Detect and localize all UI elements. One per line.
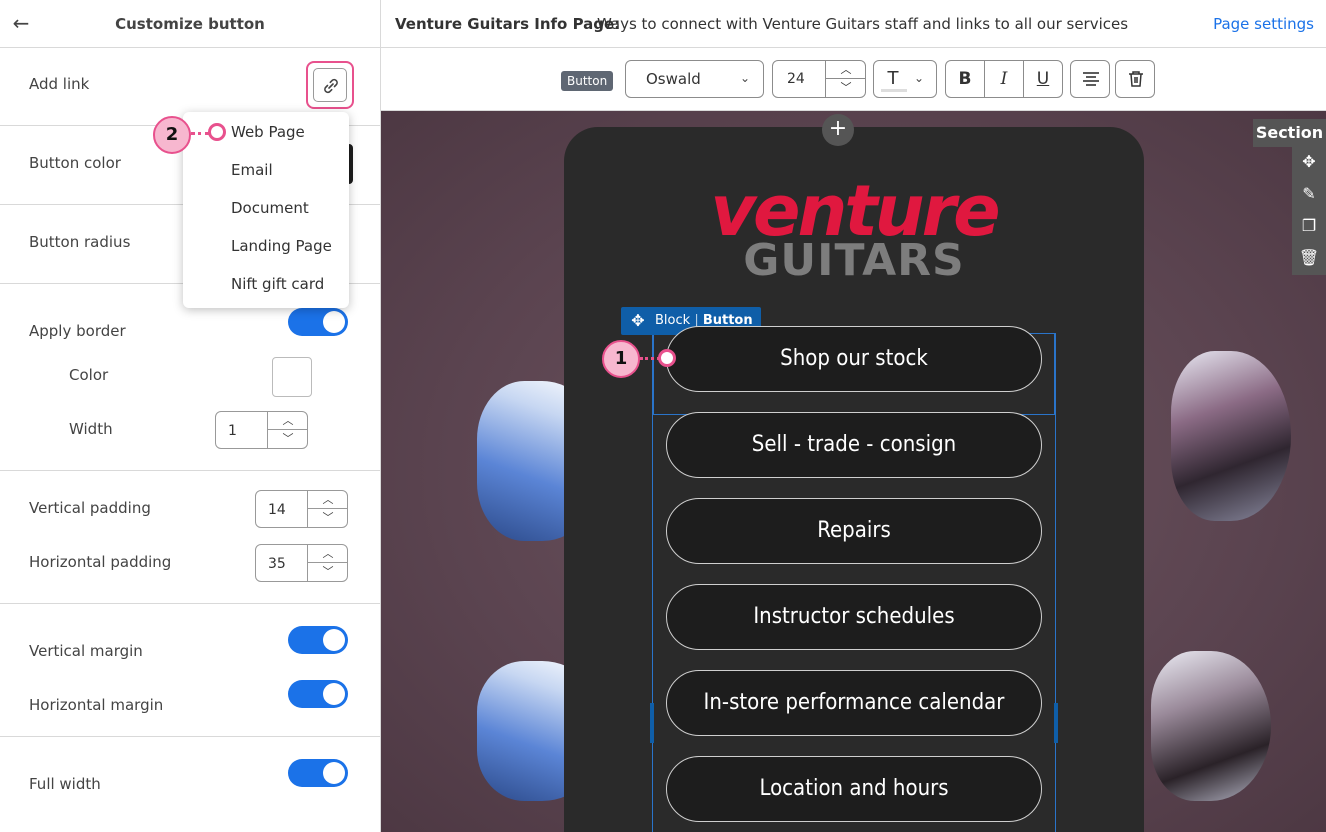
border-color-swatch[interactable] — [272, 357, 312, 397]
divider — [0, 470, 381, 471]
font-size-stepper[interactable]: 24 ︿ ﹀ — [772, 60, 866, 98]
button-color-label: Button color — [29, 154, 121, 172]
align-center-icon — [1083, 72, 1099, 86]
delete-element-button[interactable] — [1115, 60, 1155, 98]
menu-item-nift-gift-card[interactable]: Nift gift card — [231, 275, 324, 293]
section-toolbar: ✥ ✎ ❐ 🗑 — [1292, 147, 1326, 275]
trash-icon — [1129, 71, 1143, 87]
chevron-up-icon[interactable]: ︿ — [268, 412, 308, 430]
callout-1-target — [658, 349, 676, 367]
location-hours-button[interactable]: Location and hours — [666, 756, 1042, 822]
trash-icon[interactable]: 🗑 — [1292, 243, 1326, 273]
page-canvas: venture GUITARS ✥ Block | Button Shop ou… — [381, 111, 1326, 832]
italic-icon[interactable]: I — [985, 61, 1024, 97]
page-description: Ways to connect with Venture Guitars sta… — [597, 15, 1129, 33]
background-image — [1151, 651, 1271, 801]
underline-icon[interactable]: U — [1024, 61, 1062, 97]
back-arrow-icon[interactable]: ← — [8, 10, 34, 36]
callout-1-connector — [640, 357, 660, 360]
performance-calendar-button[interactable]: In-store performance calendar — [666, 670, 1042, 736]
add-section-icon[interactable]: + — [822, 114, 854, 146]
link-type-menu: Web Page Email Document Landing Page Nif… — [183, 112, 349, 308]
full-width-toggle[interactable] — [288, 759, 348, 787]
section-label: Section — [1253, 119, 1326, 147]
horizontal-margin-label: Horizontal margin — [29, 696, 164, 714]
horizontal-padding-stepper[interactable]: 35 ︿ ﹀ — [255, 544, 348, 582]
border-color-label: Color — [69, 366, 109, 384]
menu-item-document[interactable]: Document — [231, 199, 309, 217]
chevron-down-icon[interactable]: ﹀ — [268, 430, 308, 448]
logo-subtitle: GUITARS — [743, 235, 965, 286]
element-type-tag: Button — [561, 71, 614, 91]
chevron-down-icon[interactable]: ﹀ — [308, 509, 348, 527]
font-select-value: Oswald — [646, 70, 701, 88]
border-width-value: 1 — [228, 423, 237, 439]
panel-title: Customize button — [115, 14, 265, 33]
repairs-button[interactable]: Repairs — [666, 498, 1042, 564]
vertical-padding-value: 14 — [268, 502, 286, 518]
horizontal-margin-toggle[interactable] — [288, 680, 348, 708]
background-image — [1171, 351, 1291, 521]
callout-2: 2 — [153, 116, 191, 154]
callout-2-target — [208, 123, 226, 141]
full-width-label: Full width — [29, 775, 101, 793]
chevron-down-icon: ⌄ — [914, 71, 925, 85]
chevron-down-icon[interactable]: ﹀ — [826, 79, 866, 97]
shop-our-stock-button[interactable]: Shop our stock — [666, 326, 1042, 392]
chevron-down-icon[interactable]: ﹀ — [308, 563, 348, 581]
vertical-margin-label: Vertical margin — [29, 642, 143, 660]
chevron-up-icon[interactable]: ︿ — [308, 545, 348, 563]
vertical-padding-label: Vertical padding — [29, 499, 151, 517]
horizontal-padding-label: Horizontal padding — [29, 553, 172, 571]
apply-border-label: Apply border — [29, 322, 126, 340]
move-icon[interactable]: ✥ — [627, 307, 649, 335]
horizontal-padding-value: 35 — [268, 556, 286, 572]
pencil-icon[interactable]: ✎ — [1292, 179, 1326, 209]
callout-1: 1 — [602, 340, 640, 378]
text-style-group: B I U — [945, 60, 1063, 98]
panel-header: ← Customize button — [0, 0, 380, 48]
sell-trade-consign-button[interactable]: Sell - trade - consign — [666, 412, 1042, 478]
menu-item-web-page[interactable]: Web Page — [231, 123, 305, 141]
vertical-padding-stepper[interactable]: 14 ︿ ﹀ — [255, 490, 348, 528]
content-section: venture GUITARS ✥ Block | Button Shop ou… — [564, 127, 1144, 832]
button-radius-label: Button radius — [29, 233, 131, 251]
add-link-label: Add link — [29, 75, 90, 93]
chevron-down-icon: ⌄ — [740, 71, 751, 85]
resize-handle[interactable] — [1054, 703, 1058, 743]
apply-border-toggle[interactable] — [288, 308, 348, 336]
page-name: Venture Guitars Info Page: — [395, 15, 621, 33]
bold-icon[interactable]: B — [946, 61, 985, 97]
callout-2-connector — [191, 132, 209, 135]
menu-item-email[interactable]: Email — [231, 161, 273, 179]
divider — [0, 736, 381, 737]
move-icon[interactable]: ✥ — [1292, 147, 1326, 177]
font-size-value: 24 — [787, 71, 805, 87]
vertical-margin-toggle[interactable] — [288, 626, 348, 654]
duplicate-icon[interactable]: ❐ — [1292, 211, 1326, 241]
page-settings-link[interactable]: Page settings — [1213, 15, 1314, 33]
menu-item-landing-page[interactable]: Landing Page — [231, 237, 332, 255]
text-color-picker[interactable]: T ⌄ — [873, 60, 937, 98]
block-label-text: Block — [655, 313, 691, 328]
font-select[interactable]: Oswald ⌄ — [625, 60, 764, 98]
instructor-schedules-button[interactable]: Instructor schedules — [666, 584, 1042, 650]
border-width-stepper[interactable]: 1 ︿ ﹀ — [215, 411, 308, 449]
align-button[interactable] — [1070, 60, 1110, 98]
chevron-up-icon[interactable]: ︿ — [826, 61, 866, 79]
customize-panel: ← Customize button Add link Button color… — [0, 0, 381, 832]
resize-handle[interactable] — [650, 703, 654, 743]
page-header: Venture Guitars Info Page: Ways to conne… — [381, 0, 1326, 48]
format-toolbar: Button Oswald ⌄ 24 ︿ ﹀ T ⌄ B I U — [381, 48, 1326, 111]
chevron-up-icon[interactable]: ︿ — [308, 491, 348, 509]
link-icon — [313, 68, 347, 102]
add-link-button[interactable] — [306, 61, 354, 109]
border-width-label: Width — [69, 420, 113, 438]
divider — [0, 603, 381, 604]
